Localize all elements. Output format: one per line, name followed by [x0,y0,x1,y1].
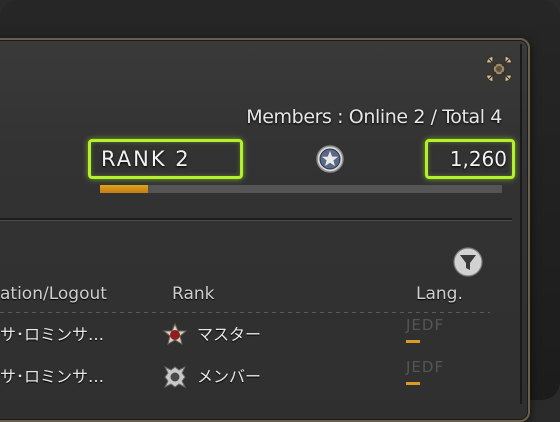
rank-label: RANK 2 [101,147,191,171]
member-rank: マスター [197,325,262,344]
filter-button[interactable] [452,246,484,278]
member-name: サ･ロミンサ… [0,367,105,386]
rank-progress-fill [100,185,149,193]
company-credit-icon [316,145,344,173]
member-name: サ･ロミンサ… [0,325,105,344]
table-row[interactable]: サ･ロミンサ… メンバー JEDF [0,358,512,392]
table-row[interactable]: サ･ロミンサ… マスター JEDF [0,316,512,350]
master-rank-icon [162,322,188,348]
rank-progress-bar [100,185,502,193]
language-indicator [406,340,420,343]
member-rank: メンバー [197,367,262,386]
company-credit-button[interactable] [315,144,345,174]
language-indicator [406,382,420,385]
close-button[interactable] [482,52,516,86]
member-languages: JEDF [406,316,445,334]
member-languages: JEDF [406,358,445,376]
section-divider [0,218,512,221]
filter-icon [453,247,483,277]
members-count: Members : Online 2 / Total 4 [246,106,502,128]
panel-edge [520,44,522,404]
column-header-login-logout[interactable]: ation/Logout [0,284,107,304]
column-header-language[interactable]: Lang. [416,284,463,304]
column-header-rank[interactable]: Rank [172,284,214,304]
company-credits-value: 1,260 [449,147,507,171]
close-icon [485,55,513,83]
member-rank-icon [162,364,188,390]
